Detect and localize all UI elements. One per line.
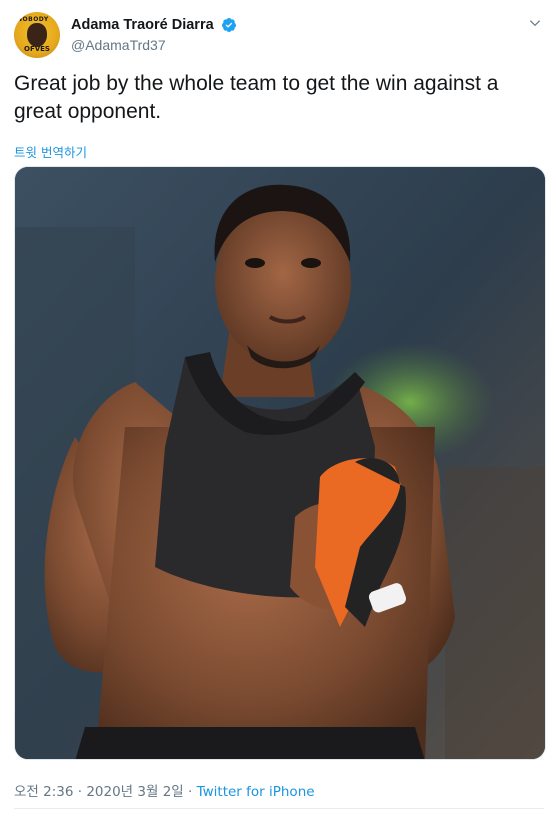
tweet-date[interactable]: 2020년 3월 2일 xyxy=(86,784,183,800)
translate-tweet-link[interactable]: 트윗 번역하기 xyxy=(14,142,87,161)
author-names: Adama Traoré Diarra @AdamaTrd37 xyxy=(71,16,237,53)
profile-avatar[interactable]: NOBODY OFVES xyxy=(14,12,60,58)
meta-separator: · xyxy=(183,784,197,800)
tweet-photo[interactable] xyxy=(14,166,546,760)
divider xyxy=(14,808,544,809)
avatar-face xyxy=(27,23,47,47)
tweet-card: NOBODY OFVES Adama Traoré Diarra @AdamaT… xyxy=(0,0,557,819)
tweet-time[interactable]: 오전 2:36 xyxy=(14,784,73,800)
tweet-text: Great job by the whole team to get the w… xyxy=(14,72,499,123)
photo-image xyxy=(15,167,545,759)
author-handle[interactable]: @AdamaTrd37 xyxy=(71,37,237,53)
avatar-art: NOBODY xyxy=(17,16,49,23)
meta-separator: · xyxy=(73,784,87,800)
tweet-source-link[interactable]: Twitter for iPhone xyxy=(197,784,315,800)
chevron-down-icon[interactable] xyxy=(528,16,542,30)
author-display-name[interactable]: Adama Traoré Diarra xyxy=(71,17,214,33)
avatar-art-2: OFVES xyxy=(24,45,50,53)
verified-badge-icon xyxy=(222,17,237,32)
tweet-header: NOBODY OFVES Adama Traoré Diarra @AdamaT… xyxy=(14,12,544,58)
tweet-meta: 오전 2:36 · 2020년 3월 2일 · Twitter for iPho… xyxy=(14,780,315,800)
